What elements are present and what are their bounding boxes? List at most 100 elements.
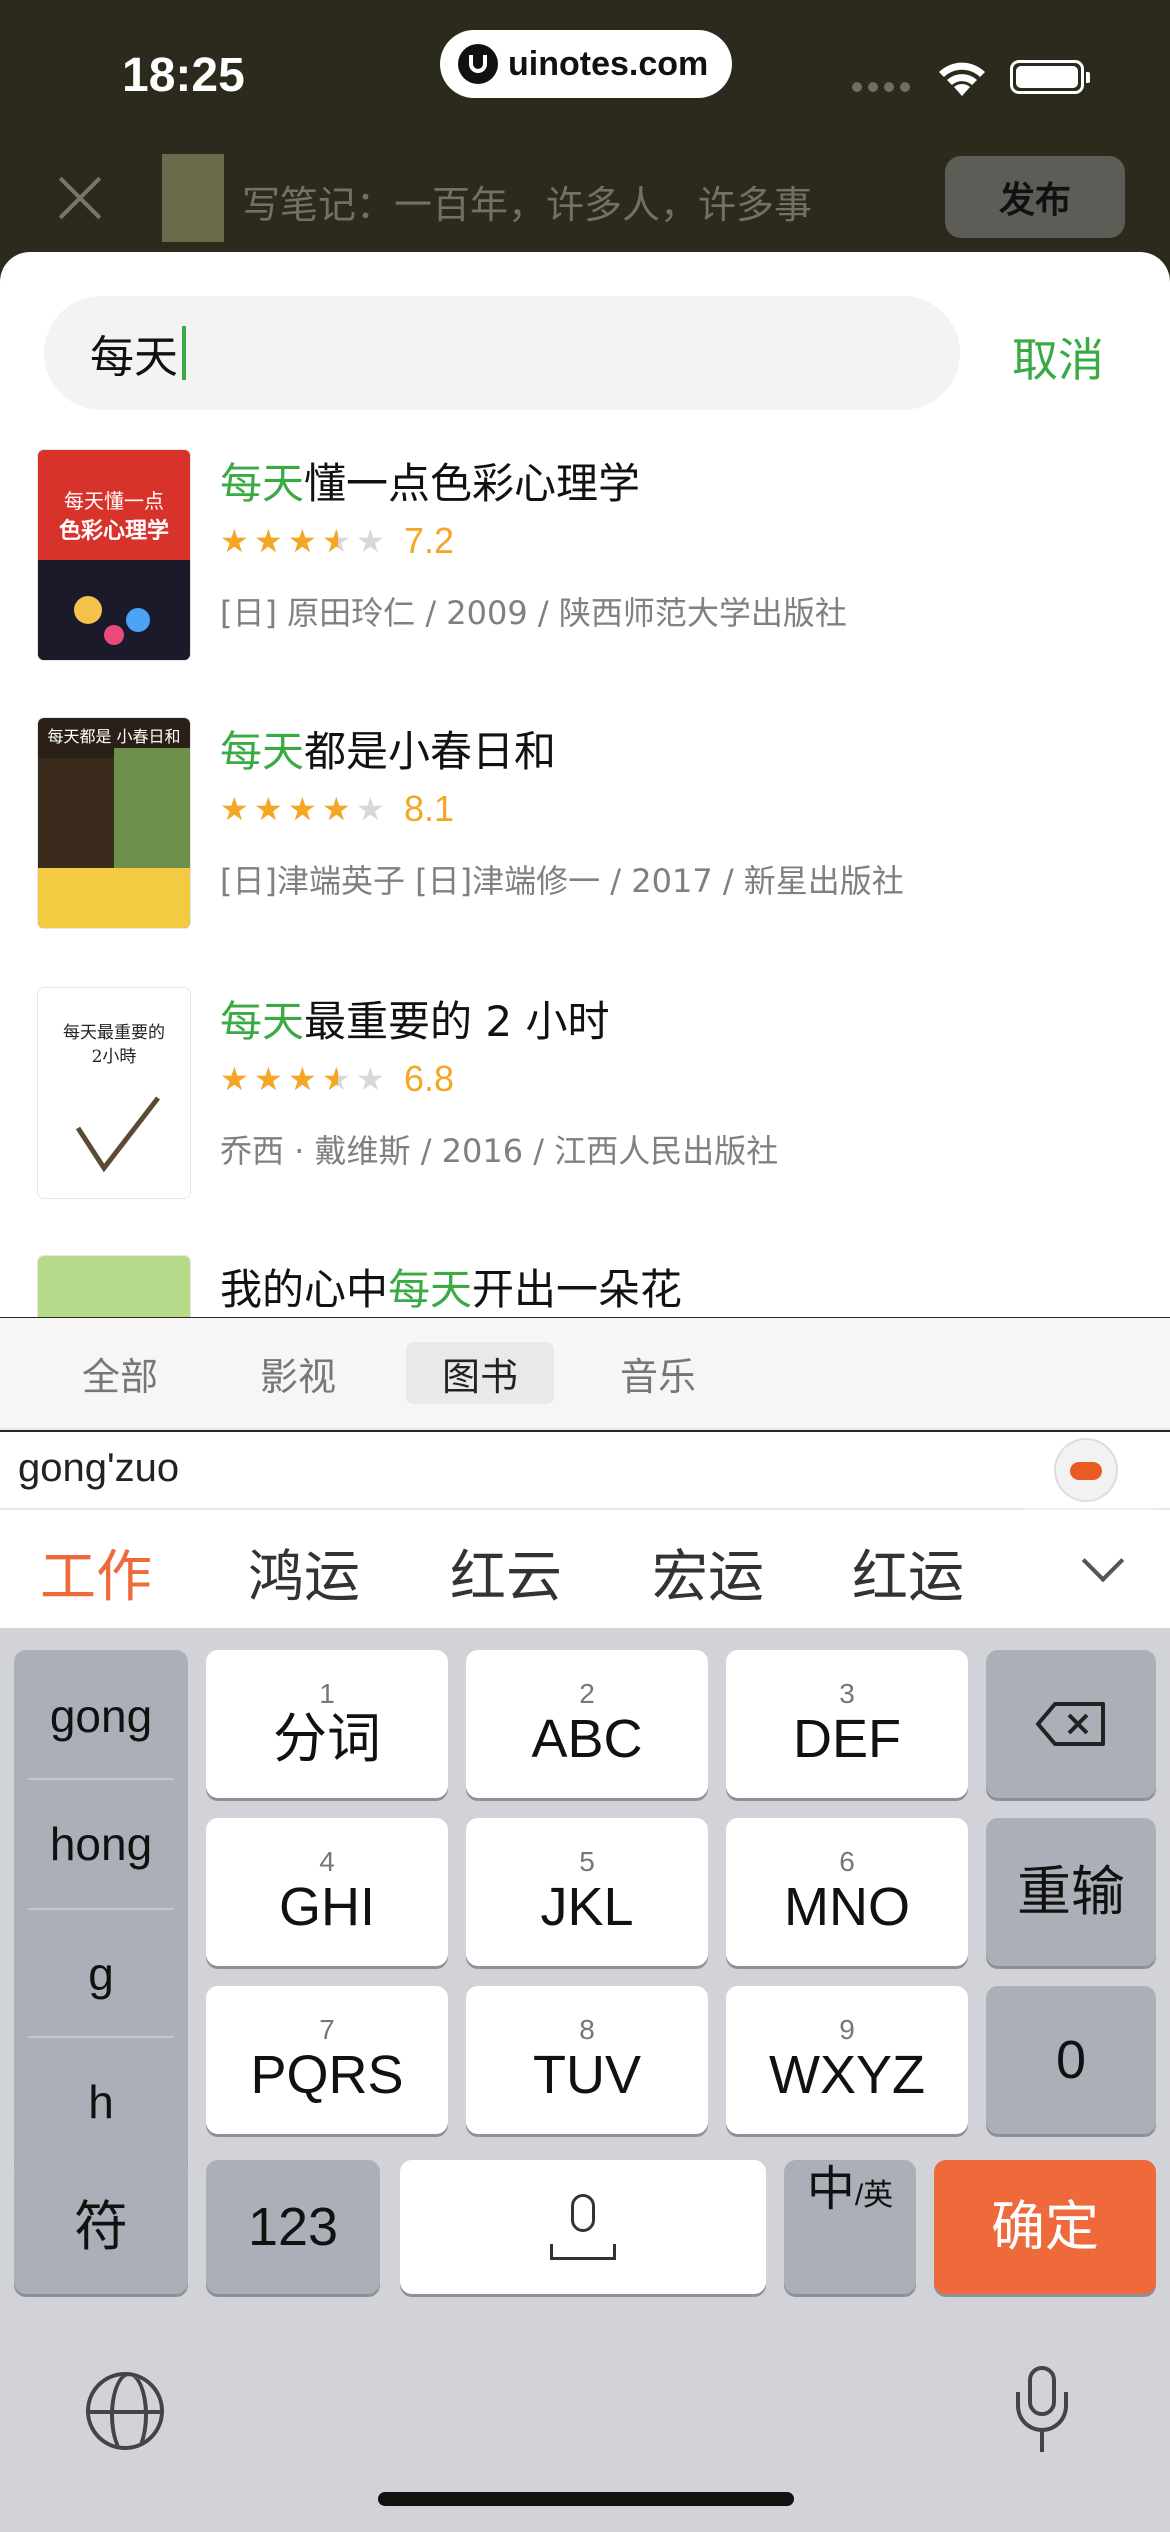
search-input[interactable]: 每天 [44,296,960,410]
candidate-item[interactable]: 鸿运 [248,1532,360,1613]
category-tabs: 全部 影视 图书 音乐 [0,1318,1170,1430]
star-icon: ★ ★ [220,1060,249,1098]
text-caret [182,326,186,380]
note-title: 写笔记：一百年，许多人，许多事 [242,183,813,227]
pinyin-list: gong hong g h [14,1650,188,2174]
signal-dots-icon [852,82,910,92]
star-icon: ★ ★ [288,1060,317,1098]
pinyin-option[interactable]: gong [14,1652,188,1780]
chevron-down-icon [1081,1539,1125,1583]
list-item[interactable]: 每天最重要的 2小時 每天最重要的 2 小时 ★ ★ ★ ★ ★ ★ ★ ★ ★ 6.8 乔西 ·… [0,988,1170,1208]
ime-composing-bar: gong'zuo [0,1432,1170,1510]
list-item[interactable]: 每天都是 小春日和 每天都是小春日和 ★ ★ ★ ★ ★ ★ ★ ★ ★ 8.1 [日]津端英子 … [0,718,1170,938]
result-title: 每天懂一点色彩心理学 [220,459,641,508]
key-5[interactable]: 5 JKL [466,1818,708,1966]
book-cover: 每天都是 小春日和 [38,718,190,928]
language-toggle-button[interactable]: 中/英 [784,2160,916,2294]
battery-icon [1010,60,1090,94]
search-sheet: 每天 取消 每天懂一点 色彩心理学 每天懂一点色彩心理学 ★ ★ ★ ★ ★ ★ ★ ★ ★ 7.… [0,252,1170,1317]
star-icon: ★ [356,1060,385,1098]
key-8[interactable]: 8 TUV [466,1986,708,2134]
candidate-item[interactable]: 红运 [852,1532,964,1613]
book-cover: 每天懂一点 色彩心理学 [38,450,190,660]
status-bar: 18:25 uinotes.com [0,0,1170,150]
rating-stars: ★ ★ ★ ★ ★ ★ ★ ★ ★ 6.8 [220,1058,454,1100]
star-icon: ★ ★ [254,522,283,560]
pinyin-option[interactable]: h [14,2038,188,2166]
book-thumbnail [162,154,224,242]
backspace-icon [1036,1702,1105,1746]
key-6[interactable]: 6 MNO [726,1818,968,1966]
candidate-bar: 工作 鸿运 红云 宏运 红运 [0,1510,1170,1628]
result-title: 我的心中每天开出一朵花 [220,1265,683,1314]
book-cover [38,1256,190,1317]
star-icon: ★ ★ [322,522,351,560]
result-meta: [日] 原田玲仁 / 2009 / 陕西师范大学出版社 [220,594,847,632]
list-item[interactable]: 我的心中每天开出一朵花 [0,1256,1170,1317]
star-icon: ★ ★ [220,522,249,560]
candidate-item[interactable]: 工作 [40,1532,152,1613]
star-icon: ★ ★ [322,790,351,828]
ime-mascot-icon[interactable] [1056,1440,1116,1500]
tab-all[interactable]: 全部 [62,1342,178,1404]
star-icon: ★ ★ [220,790,249,828]
search-query: 每天 [90,332,178,383]
svg-text:色彩心理学: 色彩心理学 [59,518,169,544]
rating-score: 7.2 [404,520,455,561]
star-icon: ★ ★ [322,1060,351,1098]
result-title: 每天最重要的 2 小时 [220,997,610,1046]
key-4[interactable]: 4 GHI [206,1818,448,1966]
tab-books[interactable]: 图书 [406,1342,554,1404]
candidate-item[interactable]: 宏运 [652,1532,764,1613]
result-meta: 乔西 · 戴维斯 / 2016 / 江西人民出版社 [220,1132,779,1170]
svg-text:每天最重要的: 每天最重要的 [63,1023,165,1043]
space-button[interactable] [400,2160,766,2294]
candidate-item[interactable]: 红云 [450,1532,562,1613]
url-pill[interactable]: uinotes.com [440,30,732,98]
publish-button[interactable]: 发布 [945,156,1125,238]
url-text: uinotes.com [508,44,709,83]
star-icon: ★ ★ [254,1060,283,1098]
star-icon: ★ ★ [254,790,283,828]
star-icon: ★ ★ [288,522,317,560]
rating-stars: ★ ★ ★ ★ ★ ★ ★ ★ ★ 8.1 [220,788,454,830]
tab-music[interactable]: 音乐 [600,1342,716,1404]
pinyin-option[interactable]: g [14,1910,188,2038]
retype-button[interactable]: 重输 [986,1818,1156,1966]
microphone-icon [571,2194,595,2232]
expand-candidates-button[interactable] [1036,1510,1170,1628]
microphone-icon[interactable] [1014,2366,1070,2456]
space-icon [550,2244,616,2260]
key-9[interactable]: 9 WXYZ [726,1986,968,2134]
star-icon: ★ [356,790,385,828]
result-title: 每天都是小春日和 [220,727,557,776]
symbol-button[interactable]: 符 [14,2160,188,2294]
numbers-button[interactable]: 123 [206,2160,380,2294]
wifi-icon [939,62,985,96]
book-cover: 每天最重要的 2小時 [38,988,190,1198]
key-3[interactable]: 3 DEF [726,1650,968,1798]
site-logo-icon [458,44,498,84]
key-2[interactable]: 2 ABC [466,1650,708,1798]
close-icon[interactable] [52,170,108,226]
keyboard: gong hong g h 1 分词 2 ABC 3 DEF 4 GHI 5 JKL 6M… [0,1628,1170,2532]
rating-score: 8.1 [404,788,455,829]
globe-icon[interactable] [86,2372,164,2450]
svg-text:每天懂一点: 每天懂一点 [64,489,164,513]
svg-text:每天都是 小春日和: 每天都是 小春日和 [47,727,180,746]
cancel-button[interactable]: 取消 [1012,324,1104,390]
rating-stars: ★ ★ ★ ★ ★ ★ ★ ★ ★ 7.2 [220,520,454,562]
key-0[interactable]: 0 [986,1986,1156,2134]
key-7[interactable]: 7 PQRS [206,1986,448,2134]
confirm-button[interactable]: 确定 [934,2160,1156,2294]
pinyin-option[interactable]: hong [14,1780,188,1908]
composing-text: gong'zuo [18,1446,180,1490]
list-item[interactable]: 每天懂一点 色彩心理学 每天懂一点色彩心理学 ★ ★ ★ ★ ★ ★ ★ ★ ★ 7.2 [日] … [0,450,1170,670]
svg-text:2小時: 2小時 [92,1047,137,1067]
backspace-button[interactable] [986,1650,1156,1798]
result-meta: [日]津端英子 [日]津端修一 / 2017 / 新星出版社 [220,862,904,900]
star-icon: ★ [356,522,385,560]
rating-score: 6.8 [404,1058,455,1099]
key-1[interactable]: 1 分词 [206,1650,448,1798]
tab-video[interactable]: 影视 [240,1342,356,1404]
